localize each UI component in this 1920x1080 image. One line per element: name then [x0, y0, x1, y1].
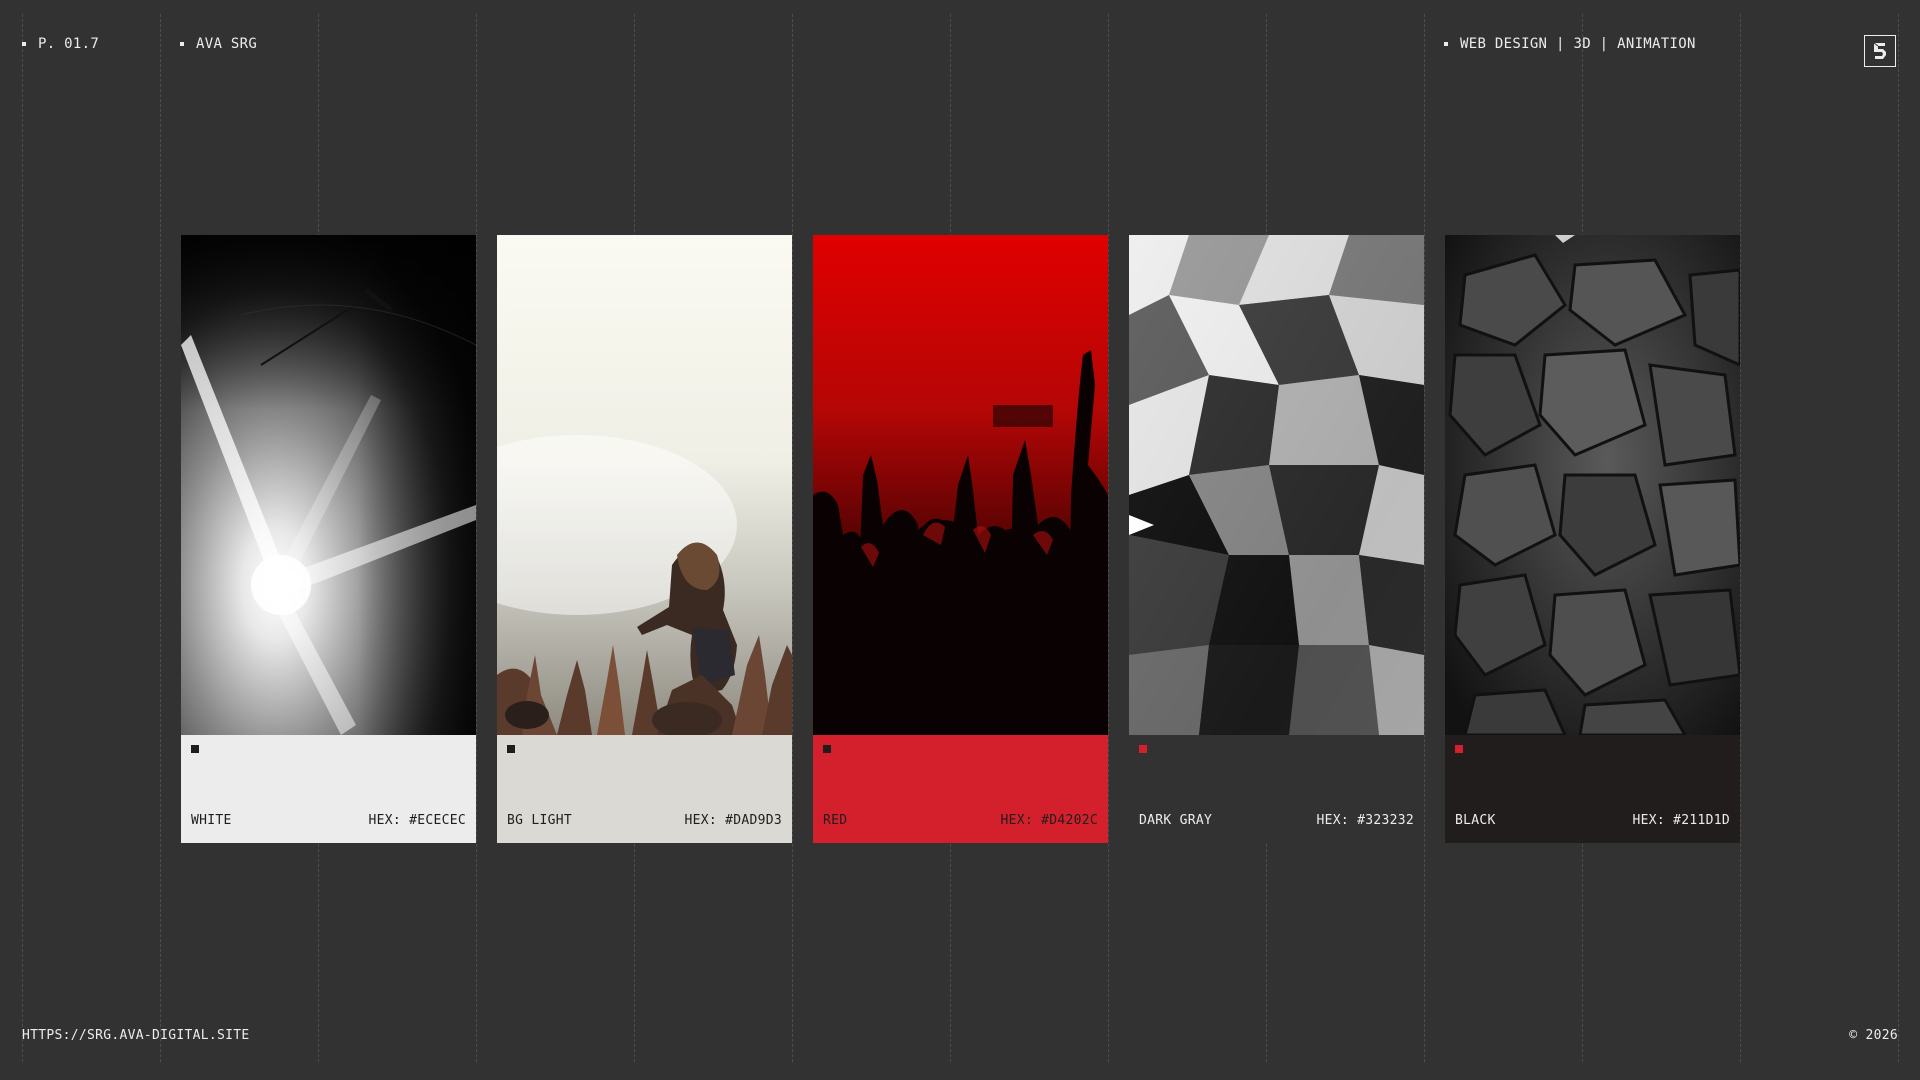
- site-url-link[interactable]: HTTPS://SRG.AVA-DIGITAL.SITE: [22, 1028, 250, 1043]
- color-card-bg-light: BG LIGHT HEX: #DAD9D3: [497, 235, 792, 843]
- swatch-name: BLACK: [1455, 813, 1496, 828]
- swatch-name: BG LIGHT: [507, 813, 573, 828]
- color-card-white: WHITE HEX: #ECECEC: [181, 235, 476, 843]
- marker-square: [1139, 745, 1147, 753]
- brand-logo-icon: [1873, 42, 1886, 59]
- brand-logo-link[interactable]: [1864, 35, 1896, 67]
- color-card-red: RED HEX: #D4202C: [813, 235, 1108, 843]
- marker-square: [191, 745, 199, 753]
- swatch-hex: HEX: #211D1D: [1632, 813, 1730, 828]
- copyright-text: © 2026: [1849, 1028, 1898, 1043]
- tags-label: WEB DESIGN | 3D | ANIMATION: [1444, 36, 1696, 52]
- page-number: P. 01.7: [22, 36, 99, 52]
- swatch-red: RED HEX: #D4202C: [813, 735, 1108, 843]
- page-number-text: P. 01.7: [38, 36, 100, 52]
- color-card-black: BLACK HEX: #211D1D: [1445, 235, 1740, 843]
- marker-square: [823, 745, 831, 753]
- swatch-dark-gray: DARK GRAY HEX: #323232: [1129, 735, 1424, 843]
- swatch-name: WHITE: [191, 813, 232, 828]
- tags-text: WEB DESIGN | 3D | ANIMATION: [1460, 36, 1696, 52]
- bullet-icon: [1444, 42, 1448, 46]
- color-card-dark-gray: DARK GRAY HEX: #323232: [1129, 235, 1424, 843]
- swatch-hex: HEX: #DAD9D3: [684, 813, 782, 828]
- swatch-name: DARK GRAY: [1139, 813, 1213, 828]
- swatch-hex: HEX: #323232: [1316, 813, 1414, 828]
- photo-red-concert-crowd: [813, 235, 1108, 735]
- author-label: AVA SRG: [180, 36, 257, 52]
- marker-square: [507, 745, 515, 753]
- swatch-hex: HEX: #D4202C: [1000, 813, 1098, 828]
- author-text: AVA SRG: [196, 36, 258, 52]
- swatch-black: BLACK HEX: #211D1D: [1445, 735, 1740, 843]
- marker-square: [1455, 745, 1463, 753]
- palette-page: P. 01.7 AVA SRG WEB DESIGN | 3D | ANIMAT…: [0, 0, 1920, 1080]
- swatch-white: WHITE HEX: #ECECEC: [181, 735, 476, 843]
- swatch-bg-light: BG LIGHT HEX: #DAD9D3: [497, 735, 792, 843]
- photo-stage-light-beams: [181, 235, 476, 735]
- photo-cracked-texture: [1445, 235, 1740, 735]
- photo-singer-crowd-haze: [497, 235, 792, 735]
- swatch-hex: HEX: #ECECEC: [368, 813, 466, 828]
- photo-crumpled-foil: [1129, 235, 1424, 735]
- bullet-icon: [22, 42, 26, 46]
- bullet-icon: [180, 42, 184, 46]
- swatch-name: RED: [823, 813, 848, 828]
